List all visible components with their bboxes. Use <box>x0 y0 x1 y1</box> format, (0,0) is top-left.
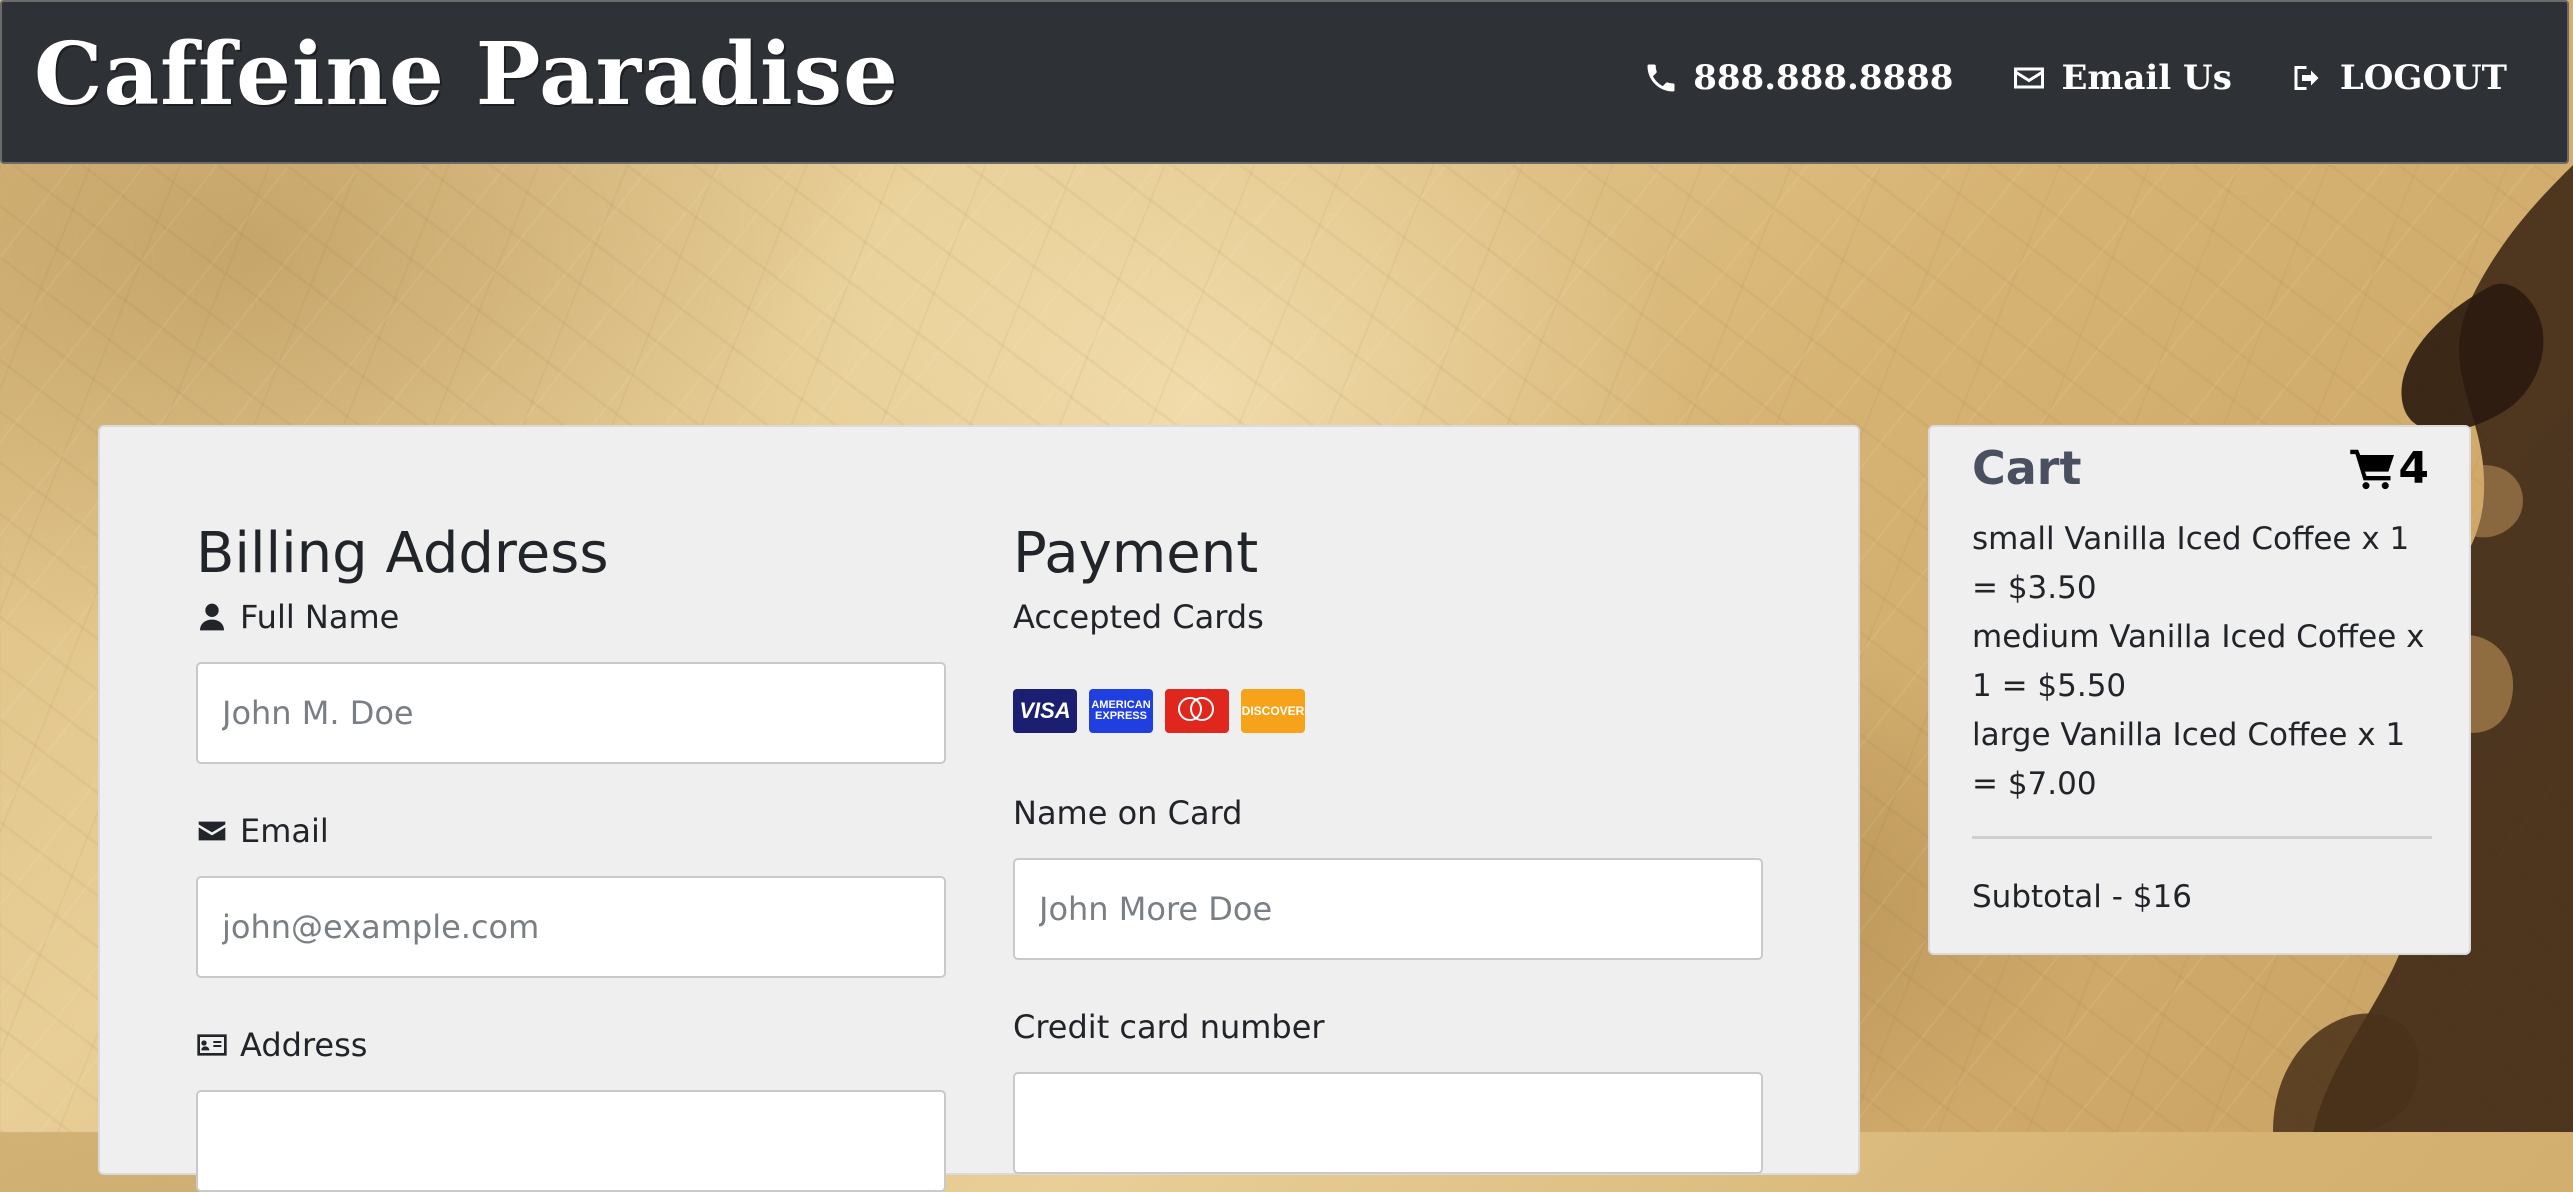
cart-subtotal: Subtotal - $16 <box>1972 879 2192 915</box>
card-number-input[interactable] <box>1013 1071 1763 1174</box>
email-input[interactable] <box>196 875 946 978</box>
payment-column: Payment Accepted Cards VISA AMERICAN EXP… <box>1013 523 1763 1174</box>
cart-panel: Cart 4 small Vanilla Iced Coffee x 1 = $… <box>1928 425 2471 955</box>
cart-item: large Vanilla Iced Coffee x 1 = $7.00 <box>1972 717 2406 802</box>
email-label: Email <box>196 811 946 851</box>
address-label-text: Address <box>240 1025 368 1064</box>
full-name-label-text: Full Name <box>240 597 400 636</box>
shopping-cart-icon <box>2350 449 2395 489</box>
cart-count-value: 4 <box>2398 443 2429 494</box>
full-name-label: Full Name <box>196 597 946 637</box>
full-name-input[interactable] <box>196 661 946 764</box>
amex-icon: AMERICAN EXPRESS <box>1089 688 1153 733</box>
logout-link[interactable]: LOGOUT <box>2290 58 2507 98</box>
phone-icon <box>1647 64 1675 92</box>
cart-items: small Vanilla Iced Coffee x 1 = $3.50 me… <box>1972 515 2432 809</box>
logout-label: LOGOUT <box>2339 58 2507 98</box>
email-label-text: Email <box>240 811 329 850</box>
brand-logo[interactable]: Caffeine Paradise <box>34 24 899 125</box>
email-link[interactable]: Email Us <box>2011 58 2232 98</box>
accepted-cards: VISA AMERICAN EXPRESS DISCOVER <box>1013 688 1763 733</box>
billing-heading: Billing Address <box>196 521 609 586</box>
billing-column: Billing Address Full Name Email Address <box>196 523 946 1192</box>
address-input[interactable] <box>196 1089 946 1192</box>
envelope-icon <box>198 821 226 840</box>
cart-divider <box>1972 836 2432 839</box>
accepted-cards-label: Accepted Cards <box>1013 597 1264 636</box>
envelope-icon <box>2014 67 2045 89</box>
cart-count[interactable]: 4 <box>2350 443 2429 494</box>
address-card-icon <box>197 1033 227 1056</box>
phone-link[interactable]: 888.888.8888 <box>1643 58 1953 98</box>
user-icon <box>200 603 224 630</box>
discover-icon: DISCOVER <box>1241 688 1305 733</box>
mastercard-icon <box>1165 688 1229 733</box>
cart-title: Cart <box>1972 441 2082 495</box>
sign-out-icon <box>2294 66 2319 90</box>
nav-links: 888.888.8888 Email Us LOGOUT <box>1643 58 2507 98</box>
name-on-card-label: Name on Card <box>1013 793 1243 832</box>
name-on-card-input[interactable] <box>1013 857 1763 960</box>
cart-item: small Vanilla Iced Coffee x 1 = $3.50 <box>1972 521 2410 606</box>
address-label: Address <box>196 1025 946 1065</box>
payment-heading: Payment <box>1013 521 1259 586</box>
visa-icon: VISA <box>1013 688 1077 733</box>
checkout-form: Billing Address Full Name Email Address … <box>98 425 1860 1192</box>
cart-item: medium Vanilla Iced Coffee x 1 = $5.50 <box>1972 619 2425 704</box>
top-navbar: Caffeine Paradise 888.888.8888 Email Us … <box>0 0 2569 164</box>
card-number-label: Credit card number <box>1013 1007 1325 1046</box>
email-link-label: Email Us <box>2061 58 2232 98</box>
phone-number: 888.888.8888 <box>1693 58 1954 98</box>
